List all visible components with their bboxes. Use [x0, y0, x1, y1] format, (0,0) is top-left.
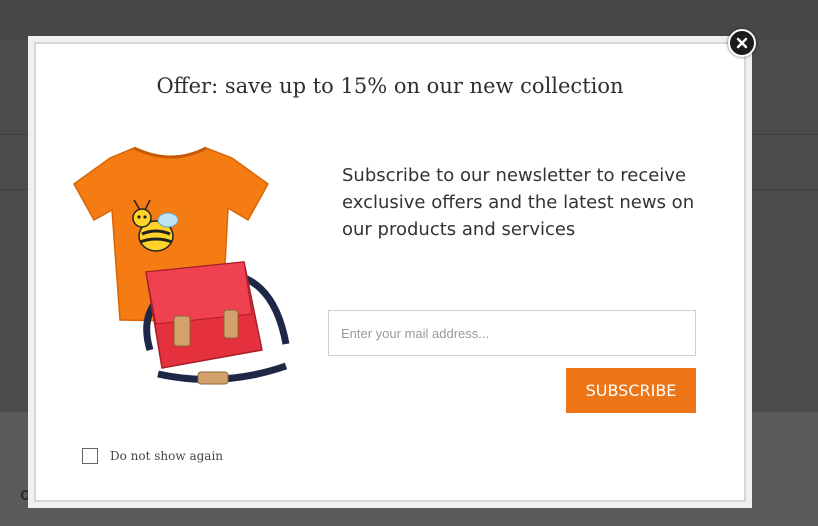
do-not-show-again-label: Do not show again [110, 449, 224, 463]
do-not-show-again-option[interactable]: Do not show again [82, 448, 223, 464]
newsletter-popup: Offer: save up to 15% on our new collect… [28, 36, 752, 508]
email-field[interactable] [328, 310, 696, 356]
tshirt-and-bag-image [73, 146, 290, 385]
background-topbar [0, 0, 818, 40]
close-icon [736, 37, 748, 49]
close-button[interactable] [728, 29, 756, 57]
do-not-show-again-checkbox[interactable] [82, 448, 98, 464]
popup-description: Subscribe to our newsletter to receive e… [342, 165, 695, 240]
popup-title: Offer: save up to 15% on our new collect… [156, 74, 624, 98]
subscribe-button[interactable]: SUBSCRIBE [566, 368, 696, 413]
